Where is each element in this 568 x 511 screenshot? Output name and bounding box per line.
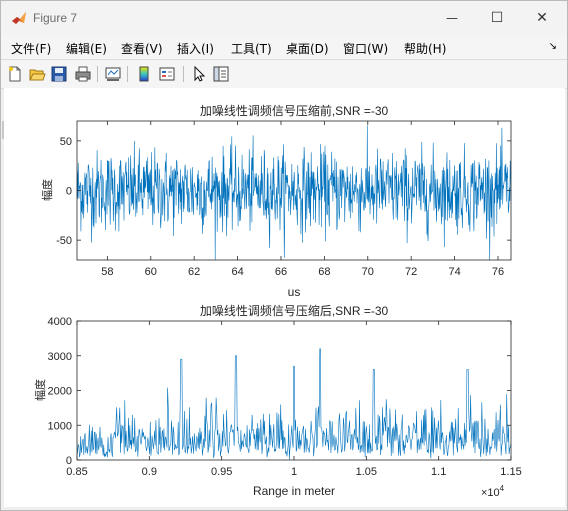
plots-svg: 58 60 62 64 66 68 70 72 74 76 -50 0 50 加噪线性调频信号压缩前,…: [33, 103, 522, 499]
y-axis-label-top: 幅度: [40, 179, 54, 201]
y-tick-label: 50: [60, 136, 72, 148]
x-tick-label: 0.85: [66, 466, 87, 478]
new-figure-icon[interactable]: [6, 65, 24, 83]
toolbar-separator: [127, 66, 128, 82]
y-tick-label: 1000: [48, 420, 72, 432]
window-title: Figure 7: [33, 11, 78, 25]
y-tick-label: -50: [56, 235, 72, 247]
x-tick-label: 68: [318, 266, 330, 278]
print-icon[interactable]: [74, 65, 92, 83]
y-tick-label: 0: [66, 455, 72, 467]
x-axis-label-bottom: Range in meter: [253, 484, 335, 498]
insert-legend-icon[interactable]: [158, 65, 176, 83]
y-axis-label-bottom: 幅度: [33, 379, 47, 401]
x-tick-label: 0.95: [211, 466, 232, 478]
menu-file[interactable]: 文件(F): [11, 40, 51, 57]
x-tick-label: 1.05: [356, 466, 377, 478]
minimize-icon: —: [446, 11, 458, 25]
menu-bar: 文件(F) 编辑(E) 查看(V) 插入(I) 工具(T) 桌面(D) 窗口(W…: [1, 35, 567, 59]
axes-bottom[interactable]: 0.85 0.9 0.95 1 1.05 1.1 1.15 0 1000 2000 3000 400…: [33, 303, 522, 499]
x-tick-label: 1: [291, 466, 297, 478]
toolbar-separator: [97, 66, 98, 82]
x-tick-label: 60: [145, 266, 157, 278]
y-tick-label: 2000: [48, 386, 72, 398]
x-tick-label: 72: [405, 266, 417, 278]
x-tick-label: 62: [188, 266, 200, 278]
menu-desktop[interactable]: 桌面(D): [286, 40, 329, 57]
open-file-icon[interactable]: [28, 65, 46, 83]
property-inspector-icon[interactable]: [212, 65, 230, 83]
x-tick-label: 64: [231, 266, 243, 278]
insert-colorbar-icon[interactable]: [135, 65, 153, 83]
x-axis-label-top: us: [288, 285, 301, 299]
x-exponent-label: ×104: [481, 484, 505, 499]
menu-help[interactable]: 帮助(H): [404, 40, 446, 57]
menu-tools[interactable]: 工具(T): [231, 40, 272, 57]
menu-edit[interactable]: 编辑(E): [66, 40, 107, 57]
x-tick-label: 1.1: [431, 466, 446, 478]
link-plot-icon[interactable]: [104, 65, 122, 83]
menu-insert[interactable]: 插入(I): [177, 40, 214, 57]
menu-overflow-icon[interactable]: ↘: [549, 41, 557, 52]
edit-plot-pointer-icon[interactable]: [190, 65, 208, 83]
close-button[interactable]: ✕: [519, 1, 565, 35]
x-exponent-power: 4: [500, 484, 505, 493]
chart-title-bottom: 加噪线性调频信号压缩后,SNR =-30: [200, 303, 389, 318]
y-tick-label: 4000: [48, 316, 72, 328]
x-tick-label: 76: [492, 266, 504, 278]
figure-canvas[interactable]: 58 60 62 64 66 68 70 72 74 76 -50 0 50 加噪线性调频信号压缩前,…: [4, 88, 565, 507]
minimize-button[interactable]: —: [429, 1, 475, 35]
title-bar[interactable]: Figure 7 — ☐ ✕: [1, 1, 567, 35]
figure-toolbar: [1, 59, 567, 89]
x-tick-label: 58: [101, 266, 113, 278]
x-tick-label: 1.15: [500, 466, 521, 478]
x-exponent-base: ×10: [481, 487, 500, 499]
maximize-icon: ☐: [490, 10, 504, 26]
toolbar-separator: [183, 66, 184, 82]
x-tick-label: 74: [448, 266, 460, 278]
x-tick-label: 0.9: [142, 466, 157, 478]
menu-view[interactable]: 查看(V): [121, 40, 163, 57]
save-icon[interactable]: [50, 65, 68, 83]
x-tick-label: 66: [275, 266, 287, 278]
x-tick-label: 70: [362, 266, 374, 278]
close-icon: ✕: [536, 10, 548, 26]
menu-window[interactable]: 窗口(W): [343, 40, 388, 57]
maximize-button[interactable]: ☐: [474, 1, 520, 35]
chart-title-top: 加噪线性调频信号压缩前,SNR =-30: [200, 103, 389, 118]
y-tick-label: 3000: [48, 351, 72, 363]
figure-window: Figure 7 — ☐ ✕ 文件(F) 编辑(E) 查看(V) 插入(I) 工…: [0, 0, 568, 511]
matlab-icon: [12, 12, 26, 24]
axes-top[interactable]: 58 60 62 64 66 68 70 72 74 76 -50 0 50 加噪线性调频信号压缩前,…: [40, 103, 512, 299]
y-tick-label: 0: [66, 186, 72, 198]
